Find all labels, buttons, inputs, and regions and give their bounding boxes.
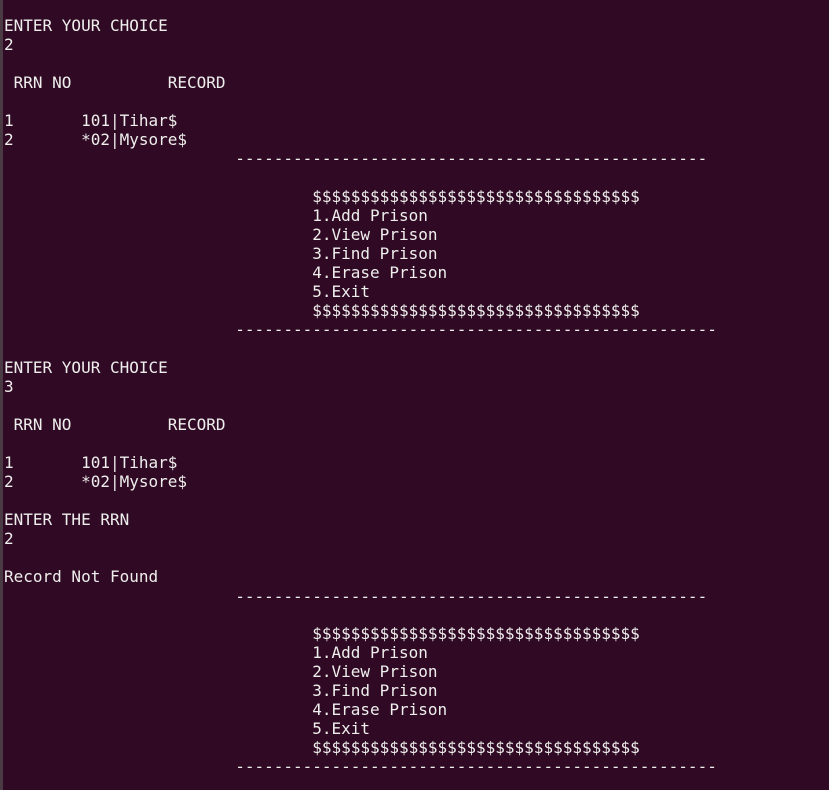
menu-item: 4.Erase Prison — [4, 263, 448, 282]
menu-divider: ----------------------------------------… — [4, 757, 717, 776]
menu-divider: ----------------------------------------… — [4, 320, 717, 339]
menu-item: 1.Add Prison — [4, 206, 428, 225]
terminal-window[interactable]: ENTER YOUR CHOICE 2 RRN NO RECORD 1 101|… — [0, 0, 829, 790]
prompt-enter-choice: ENTER YOUR CHOICE — [4, 16, 168, 35]
menu-item: 2.View Prison — [4, 662, 438, 681]
menu-item: 4.Erase Prison — [4, 700, 448, 719]
menu-item: 5.Exit — [4, 719, 371, 738]
prompt-enter-rrn: ENTER THE RRN — [4, 510, 130, 529]
record-row: 2 *02|Mysore$ — [4, 130, 188, 149]
menu-border: $$$$$$$$$$$$$$$$$$$$$$$$$$$$$$$$$$ — [4, 738, 640, 757]
user-input-rrn: 2 — [4, 529, 14, 548]
record-row: 2 *02|Mysore$ — [4, 472, 188, 491]
menu-divider: ----------------------------------------… — [4, 149, 708, 168]
user-input-choice: 3 — [4, 377, 14, 396]
table-header: RRN NO RECORD — [4, 73, 226, 92]
status-message: Record Not Found — [4, 567, 159, 586]
menu-item: 2.View Prison — [4, 225, 438, 244]
menu-item: 3.Find Prison — [4, 681, 438, 700]
user-input-choice: 2 — [4, 35, 14, 54]
record-row: 1 101|Tihar$ — [4, 111, 178, 130]
prompt-enter-choice: ENTER YOUR CHOICE — [4, 358, 168, 377]
menu-item: 5.Exit — [4, 282, 371, 301]
record-row: 1 101|Tihar$ — [4, 453, 178, 472]
menu-border: $$$$$$$$$$$$$$$$$$$$$$$$$$$$$$$$$$ — [4, 301, 640, 320]
menu-border: $$$$$$$$$$$$$$$$$$$$$$$$$$$$$$$$$$ — [4, 624, 640, 643]
menu-item: 3.Find Prison — [4, 244, 438, 263]
menu-divider: ----------------------------------------… — [4, 587, 708, 606]
menu-border: $$$$$$$$$$$$$$$$$$$$$$$$$$$$$$$$$$ — [4, 187, 640, 206]
menu-item: 1.Add Prison — [4, 643, 428, 662]
table-header: RRN NO RECORD — [4, 415, 226, 434]
